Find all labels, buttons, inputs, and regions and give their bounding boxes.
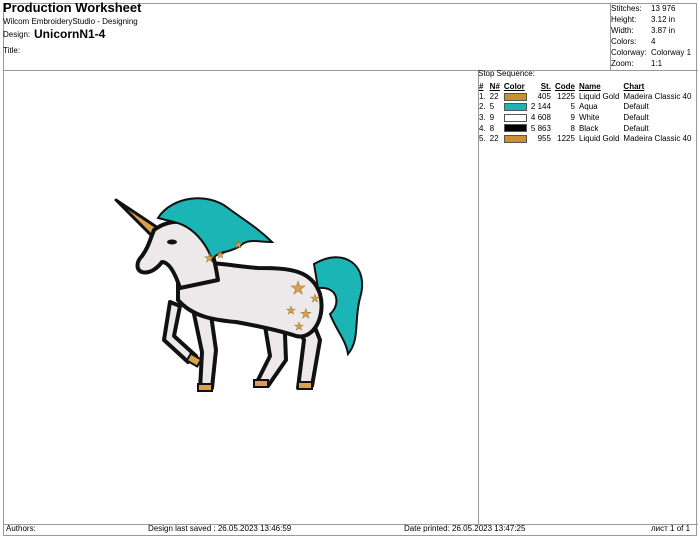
unicorn-design-preview: ★ ★ ★ ★ ★ ★ ★ ★ — [114, 197, 364, 392]
row-needle: 22 — [489, 134, 499, 144]
row-name: Liquid Gold — [578, 134, 620, 144]
col-index: # — [479, 81, 484, 91]
row-stitches: 2 144 — [530, 102, 551, 112]
row-stitches: 955 — [537, 134, 551, 144]
row-code: 9 — [570, 112, 575, 122]
stat-value-width: 3.87 in — [651, 26, 676, 35]
row-chart: Default — [623, 102, 649, 112]
table-header-row: # N# Color St. Code Name Chart — [477, 81, 693, 91]
row-chart: Madeira Classic 40 — [623, 134, 692, 144]
row-code: 5 — [570, 102, 575, 112]
stat-label-stitches: Stitches: — [611, 4, 642, 13]
row-chart: Madeira Classic 40 — [623, 91, 692, 101]
stat-value-colors: 4 — [651, 37, 656, 46]
color-swatch — [503, 135, 527, 144]
star-icon: ★ — [294, 321, 304, 333]
hoof-icon — [197, 383, 213, 392]
footer-last-saved: Design last saved : 26.05.2023 13:46:59 — [148, 524, 292, 533]
col-stitches: St. — [540, 81, 551, 91]
stat-value-colorway: Colorway 1 — [651, 48, 692, 57]
stop-sequence-table: # N# Color St. Code Name Chart 1. 22 405… — [477, 81, 693, 144]
table-row: 4. 8 5 863 8 Black Default — [477, 123, 693, 134]
color-swatch — [503, 92, 527, 101]
star-icon: ★ — [300, 306, 312, 321]
hoof-icon — [253, 379, 269, 388]
row-stitches: 405 — [537, 91, 551, 101]
header-divider — [4, 70, 698, 71]
row-code: 8 — [570, 123, 575, 133]
col-needle: N# — [489, 81, 500, 91]
hoof-icon — [297, 381, 313, 390]
star-icon: ★ — [310, 293, 320, 305]
star-icon: ★ — [290, 278, 306, 298]
row-index: 5. — [479, 134, 486, 144]
row-name: Black — [578, 123, 599, 133]
row-needle: 5 — [489, 102, 495, 112]
design-label: Design: — [3, 30, 31, 39]
row-index: 4. — [479, 123, 486, 133]
hoof-icon — [185, 352, 203, 368]
footer-date-printed: Date printed: 26.05.2023 13:47:25 — [404, 524, 526, 533]
star-icon: ★ — [234, 240, 243, 251]
row-code: 1225 — [557, 134, 575, 144]
app-subtitle: Wilcom EmbroideryStudio - Designing — [3, 17, 138, 26]
table-row: 1. 22 405 1225 Liquid Gold Madeira Class… — [477, 91, 693, 102]
row-needle: 8 — [489, 123, 495, 133]
eye-icon — [167, 239, 177, 245]
footer-divider — [4, 524, 698, 525]
stat-label-height: Height: — [611, 15, 637, 24]
row-needle: 9 — [489, 112, 495, 122]
stat-value-stitches: 13 976 — [651, 4, 676, 13]
row-index: 3. — [479, 112, 486, 122]
color-swatch — [503, 113, 527, 122]
row-stitches: 5 863 — [530, 123, 551, 133]
row-needle: 22 — [489, 91, 499, 101]
color-swatch — [503, 103, 527, 112]
row-name: Liquid Gold — [578, 91, 620, 101]
row-chart: Default — [623, 123, 649, 133]
table-row: 5. 22 955 1225 Liquid Gold Madeira Class… — [477, 133, 693, 144]
col-color: Color — [503, 81, 525, 91]
footer-page-number: лист 1 of 1 — [651, 524, 691, 533]
row-index: 2. — [479, 102, 486, 112]
stat-label-zoom: Zoom: — [611, 59, 634, 68]
stat-value-zoom: 1:1 — [651, 59, 663, 68]
col-chart: Chart — [623, 81, 645, 91]
row-index: 1. — [479, 91, 486, 101]
row-chart: Default — [623, 112, 649, 122]
color-swatch — [503, 124, 527, 133]
stop-sequence-heading: Stop Sequence: — [478, 69, 535, 78]
row-name: White — [578, 112, 600, 122]
star-icon: ★ — [216, 250, 225, 261]
col-code: Code — [554, 81, 575, 91]
table-row: 3. 9 4 608 9 White Default — [477, 112, 693, 123]
row-name: Aqua — [578, 102, 598, 112]
stat-value-height: 3.12 in — [651, 15, 676, 24]
row-code: 1225 — [557, 91, 575, 101]
design-name: UnicornN1-4 — [34, 27, 106, 41]
star-icon: ★ — [286, 305, 296, 317]
star-icon: ★ — [204, 251, 215, 265]
col-name: Name — [578, 81, 601, 91]
title-label: Title: — [3, 46, 21, 55]
page-title: Production Worksheet — [3, 0, 142, 15]
row-stitches: 4 608 — [530, 112, 551, 122]
stat-label-width: Width: — [611, 26, 634, 35]
footer-authors: Authors: — [6, 524, 36, 533]
stat-label-colors: Colors: — [611, 37, 637, 46]
stat-label-colorway: Colorway: — [611, 48, 647, 57]
table-row: 2. 5 2 144 5 Aqua Default — [477, 102, 693, 113]
